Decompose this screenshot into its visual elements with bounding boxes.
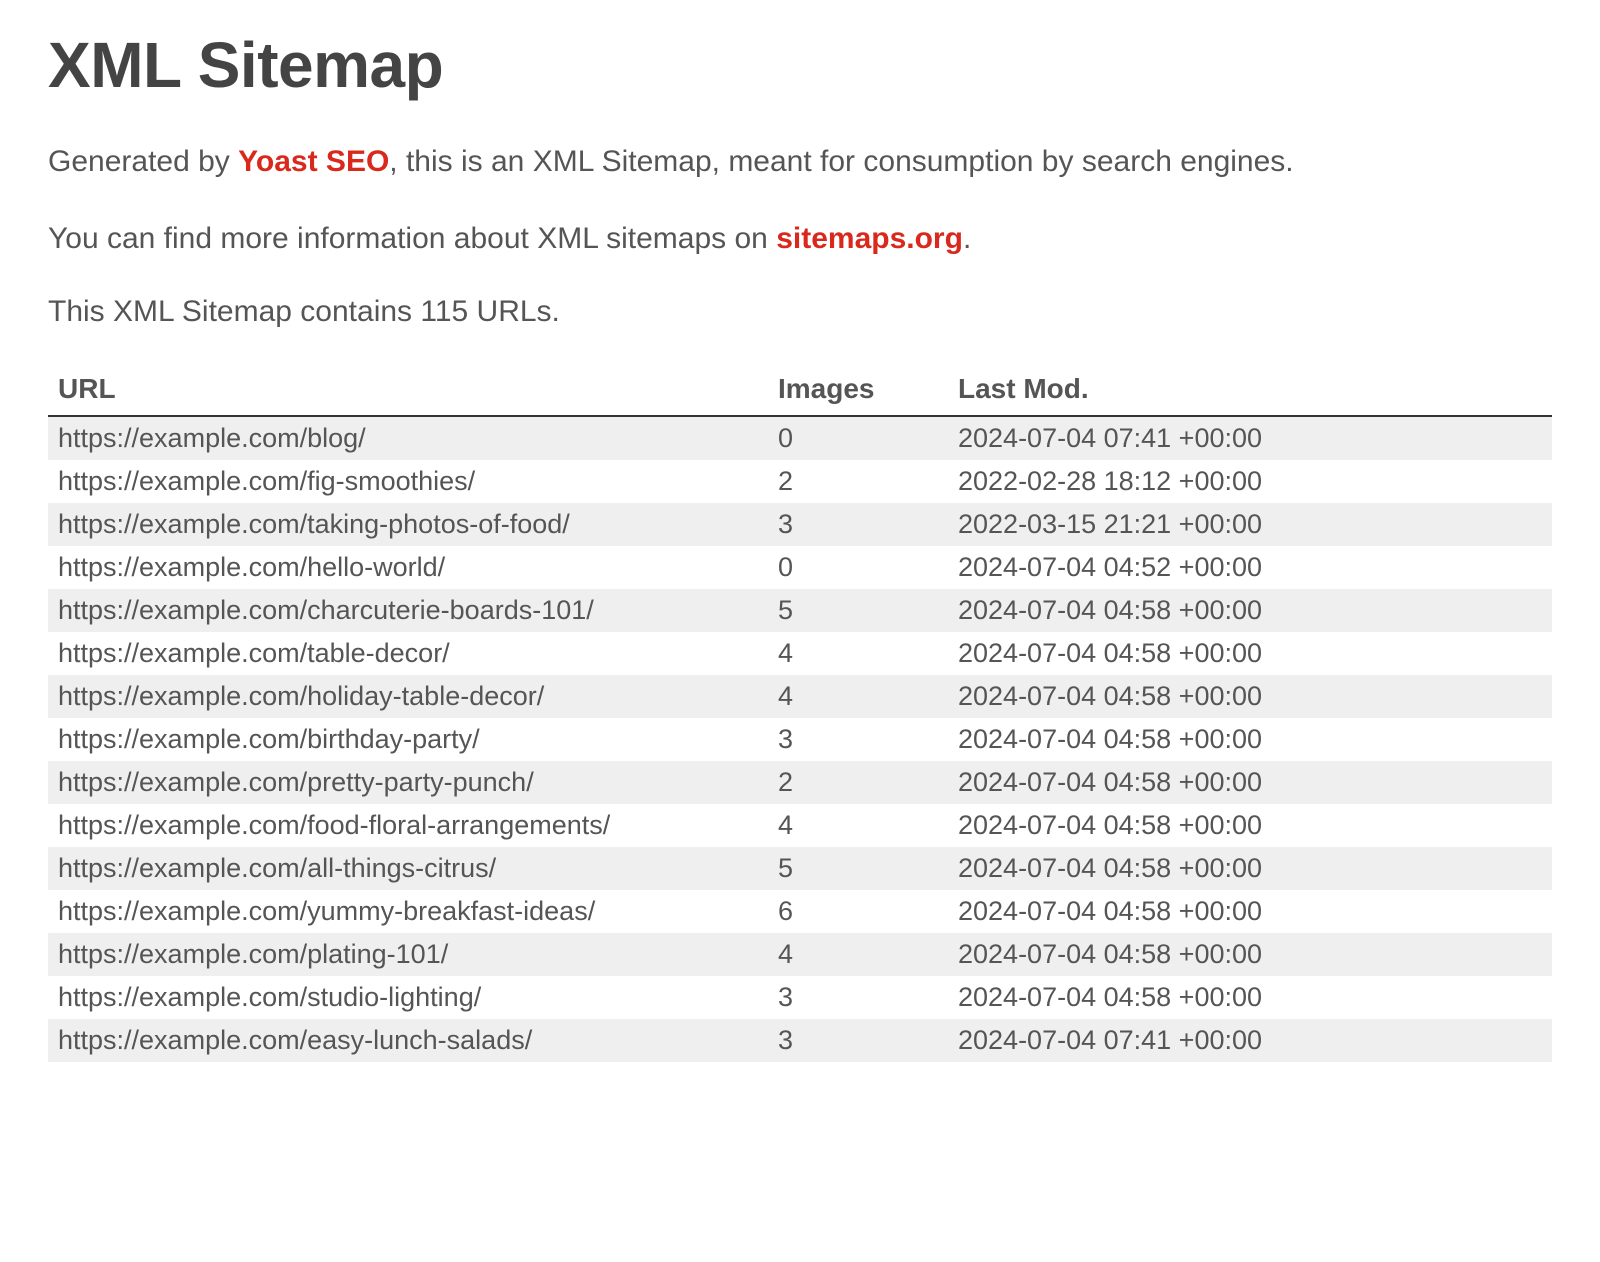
cell-url[interactable]: https://example.com/food-floral-arrangem… bbox=[48, 804, 768, 847]
table-row: https://example.com/fig-smoothies/22022-… bbox=[48, 460, 1552, 503]
cell-url[interactable]: https://example.com/blog/ bbox=[48, 416, 768, 460]
cell-lastmod: 2024-07-04 04:52 +00:00 bbox=[948, 546, 1552, 589]
cell-images: 3 bbox=[768, 976, 948, 1019]
cell-url[interactable]: https://example.com/studio-lighting/ bbox=[48, 976, 768, 1019]
page-title: XML Sitemap bbox=[48, 28, 1552, 102]
intro-paragraph: Generated by Yoast SEO, this is an XML S… bbox=[48, 142, 1552, 183]
intro-suffix: , this is an XML Sitemap, meant for cons… bbox=[389, 145, 1293, 178]
moreinfo-paragraph: You can find more information about XML … bbox=[48, 219, 1552, 260]
moreinfo-suffix: . bbox=[963, 222, 971, 255]
cell-lastmod: 2024-07-04 04:58 +00:00 bbox=[948, 589, 1552, 632]
cell-lastmod: 2024-07-04 04:58 +00:00 bbox=[948, 632, 1552, 675]
table-row: https://example.com/birthday-party/32024… bbox=[48, 718, 1552, 761]
cell-url[interactable]: https://example.com/charcuterie-boards-1… bbox=[48, 589, 768, 632]
cell-url[interactable]: https://example.com/holiday-table-decor/ bbox=[48, 675, 768, 718]
cell-url[interactable]: https://example.com/plating-101/ bbox=[48, 933, 768, 976]
sitemaps-org-link[interactable]: sitemaps.org bbox=[776, 222, 963, 255]
cell-lastmod: 2024-07-04 04:58 +00:00 bbox=[948, 933, 1552, 976]
cell-lastmod: 2024-07-04 04:58 +00:00 bbox=[948, 804, 1552, 847]
table-row: https://example.com/studio-lighting/3202… bbox=[48, 976, 1552, 1019]
cell-images: 2 bbox=[768, 460, 948, 503]
table-row: https://example.com/table-decor/42024-07… bbox=[48, 632, 1552, 675]
cell-url[interactable]: https://example.com/pretty-party-punch/ bbox=[48, 761, 768, 804]
column-header-lastmod: Last Mod. bbox=[948, 365, 1552, 416]
sitemap-page: XML Sitemap Generated by Yoast SEO, this… bbox=[0, 0, 1600, 1262]
cell-lastmod: 2022-02-28 18:12 +00:00 bbox=[948, 460, 1552, 503]
cell-images: 4 bbox=[768, 933, 948, 976]
table-row: https://example.com/taking-photos-of-foo… bbox=[48, 503, 1552, 546]
cell-url[interactable]: https://example.com/birthday-party/ bbox=[48, 718, 768, 761]
cell-images: 2 bbox=[768, 761, 948, 804]
cell-url[interactable]: https://example.com/fig-smoothies/ bbox=[48, 460, 768, 503]
column-header-url: URL bbox=[48, 365, 768, 416]
cell-lastmod: 2024-07-04 04:58 +00:00 bbox=[948, 718, 1552, 761]
moreinfo-prefix: You can find more information about XML … bbox=[48, 222, 776, 255]
cell-images: 6 bbox=[768, 890, 948, 933]
table-row: https://example.com/yummy-breakfast-idea… bbox=[48, 890, 1552, 933]
cell-url[interactable]: https://example.com/all-things-citrus/ bbox=[48, 847, 768, 890]
intro-prefix: Generated by bbox=[48, 145, 238, 178]
table-row: https://example.com/holiday-table-decor/… bbox=[48, 675, 1552, 718]
cell-images: 3 bbox=[768, 503, 948, 546]
cell-lastmod: 2024-07-04 04:58 +00:00 bbox=[948, 976, 1552, 1019]
cell-lastmod: 2024-07-04 04:58 +00:00 bbox=[948, 675, 1552, 718]
table-row: https://example.com/charcuterie-boards-1… bbox=[48, 589, 1552, 632]
cell-images: 4 bbox=[768, 675, 948, 718]
cell-images: 5 bbox=[768, 589, 948, 632]
cell-url[interactable]: https://example.com/table-decor/ bbox=[48, 632, 768, 675]
cell-images: 0 bbox=[768, 416, 948, 460]
table-row: https://example.com/blog/02024-07-04 07:… bbox=[48, 416, 1552, 460]
cell-lastmod: 2024-07-04 04:58 +00:00 bbox=[948, 761, 1552, 804]
sitemap-table: URL Images Last Mod. https://example.com… bbox=[48, 365, 1552, 1062]
cell-images: 0 bbox=[768, 546, 948, 589]
cell-images: 4 bbox=[768, 804, 948, 847]
cell-lastmod: 2024-07-04 04:58 +00:00 bbox=[948, 890, 1552, 933]
table-row: https://example.com/pretty-party-punch/2… bbox=[48, 761, 1552, 804]
table-row: https://example.com/all-things-citrus/52… bbox=[48, 847, 1552, 890]
cell-url[interactable]: https://example.com/easy-lunch-salads/ bbox=[48, 1019, 768, 1062]
cell-url[interactable]: https://example.com/yummy-breakfast-idea… bbox=[48, 890, 768, 933]
cell-images: 3 bbox=[768, 718, 948, 761]
cell-images: 4 bbox=[768, 632, 948, 675]
cell-url[interactable]: https://example.com/hello-world/ bbox=[48, 546, 768, 589]
table-row: https://example.com/plating-101/42024-07… bbox=[48, 933, 1552, 976]
cell-url[interactable]: https://example.com/taking-photos-of-foo… bbox=[48, 503, 768, 546]
cell-lastmod: 2022-03-15 21:21 +00:00 bbox=[948, 503, 1552, 546]
cell-lastmod: 2024-07-04 07:41 +00:00 bbox=[948, 1019, 1552, 1062]
table-header-row: URL Images Last Mod. bbox=[48, 365, 1552, 416]
table-row: https://example.com/easy-lunch-salads/32… bbox=[48, 1019, 1552, 1062]
url-count-line: This XML Sitemap contains 115 URLs. bbox=[48, 295, 1552, 329]
column-header-images: Images bbox=[768, 365, 948, 416]
cell-images: 5 bbox=[768, 847, 948, 890]
yoast-seo-link[interactable]: Yoast SEO bbox=[238, 145, 389, 178]
table-row: https://example.com/food-floral-arrangem… bbox=[48, 804, 1552, 847]
cell-images: 3 bbox=[768, 1019, 948, 1062]
cell-lastmod: 2024-07-04 07:41 +00:00 bbox=[948, 416, 1552, 460]
table-row: https://example.com/hello-world/02024-07… bbox=[48, 546, 1552, 589]
cell-lastmod: 2024-07-04 04:58 +00:00 bbox=[948, 847, 1552, 890]
